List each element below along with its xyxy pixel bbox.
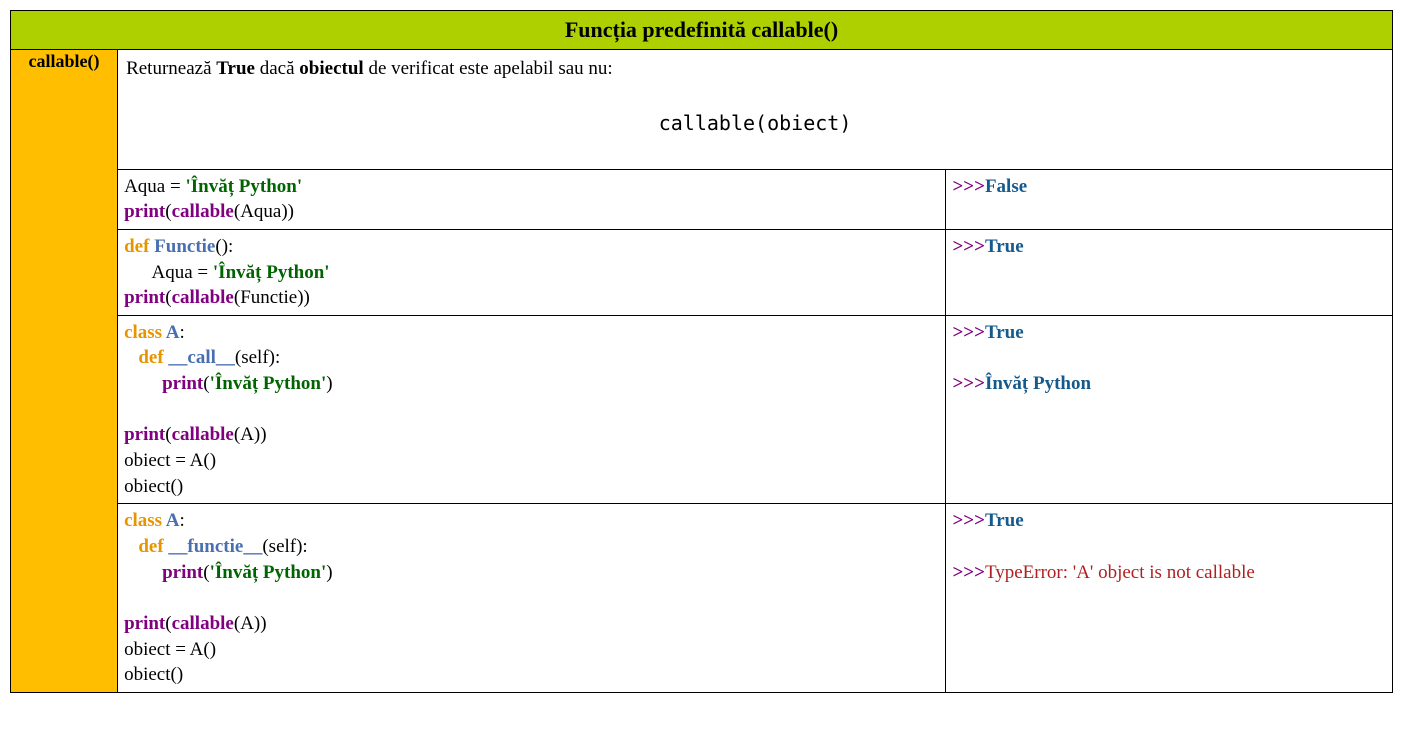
callable-doc-table: Funcția predefinită callable() callable(…: [10, 10, 1393, 693]
description-cell: Returnează True dacă obiectul de verific…: [118, 50, 1393, 170]
code-example-3: class A: def __call__(self): print('Învă…: [118, 315, 946, 503]
code-example-4: class A: def __functie__(self): print('Î…: [118, 504, 946, 692]
output-example-4: >>>True >>>TypeError: 'A' object is not …: [946, 504, 1393, 692]
table-header: Funcția predefinită callable(): [11, 11, 1393, 50]
signature: callable(obiect): [126, 110, 1384, 137]
code-example-2: def Functie(): Aqua = 'Învăț Python' pri…: [118, 229, 946, 315]
output-example-1: >>>False: [946, 169, 1393, 229]
output-example-3: >>>True >>>Învăț Python: [946, 315, 1393, 503]
header-title: Funcția predefinită callable(): [565, 17, 838, 42]
row-label: callable(): [11, 50, 118, 693]
code-example-1: Aqua = 'Învăț Python' print(callable(Aqu…: [118, 169, 946, 229]
output-example-2: >>>True: [946, 229, 1393, 315]
